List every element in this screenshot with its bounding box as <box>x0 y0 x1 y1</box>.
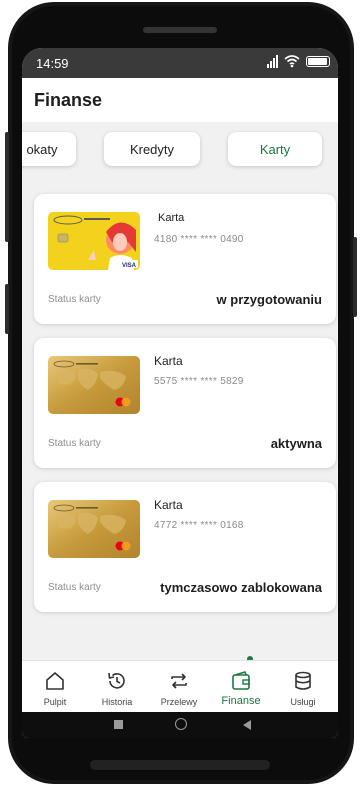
card-status: w przygotowaniu <box>216 292 322 307</box>
status-label: Status karty <box>48 582 101 593</box>
tab-label: okaty <box>26 141 58 157</box>
phone-screen: 14:59 Finanse okaty Kredyty Karty VISA K… <box>22 48 338 738</box>
tab-label: Kredyty <box>129 141 175 157</box>
card-type: Karta <box>154 354 183 368</box>
home-icon <box>46 672 64 690</box>
status-bar: 14:59 <box>22 48 338 78</box>
page-title: Finanse <box>34 90 103 110</box>
nav-item-historia[interactable]: Historia <box>86 661 148 713</box>
card-image <box>48 356 140 414</box>
card-type: Karta <box>158 212 185 224</box>
side-button <box>5 284 9 334</box>
bottom-nav: Pulpit Historia Przelewy Finanse Usługi <box>22 660 338 713</box>
wallet-icon <box>232 671 250 690</box>
speaker-grille <box>143 27 217 33</box>
history-icon <box>108 672 125 689</box>
card-number: 4180 **** **** 0490 <box>154 234 244 245</box>
app-header: Finanse <box>22 78 338 122</box>
svg-text:VISA: VISA <box>122 263 137 269</box>
status-label: Status karty <box>48 438 101 449</box>
tab-kredyty[interactable]: Kredyty <box>104 132 200 166</box>
tab-lokaty[interactable]: okaty <box>22 132 76 166</box>
card-number: 4772 **** **** 0168 <box>154 520 244 531</box>
status-icons <box>267 54 330 68</box>
card-image <box>48 500 140 558</box>
tab-label: Karty <box>259 141 291 157</box>
battery-icon <box>306 55 330 67</box>
category-tabs: okaty Kredyty Karty <box>22 132 338 172</box>
wifi-icon <box>284 55 300 68</box>
nav-label: Usługi <box>290 697 316 707</box>
side-button <box>5 132 9 242</box>
nav-item-finanse[interactable]: Finanse <box>210 661 272 713</box>
phone-chin <box>90 760 270 770</box>
status-label: Status karty <box>48 294 101 305</box>
system-nav-bar <box>22 712 338 738</box>
card-list-item[interactable]: VISA Karta 4180 **** **** 0490 Status ka… <box>34 194 336 324</box>
status-time: 14:59 <box>36 56 69 71</box>
card-status: tymczasowo zablokowana <box>160 580 322 595</box>
card-type: Karta <box>154 498 183 512</box>
recents-icon[interactable] <box>114 720 123 729</box>
back-icon[interactable] <box>242 719 252 731</box>
power-button <box>353 237 357 317</box>
signal-icon <box>267 54 278 68</box>
card-list-item[interactable]: Karta 4772 **** **** 0168 Status karty t… <box>34 482 336 612</box>
nav-label: Historia <box>101 697 133 707</box>
card-image: VISA <box>48 212 140 270</box>
nav-label: Przelewy <box>160 697 198 707</box>
card-list-item[interactable]: Karta 5575 **** **** 5829 Status karty a… <box>34 338 336 468</box>
card-status: aktywna <box>270 436 322 451</box>
services-icon <box>295 671 311 690</box>
nav-item-pulpit[interactable]: Pulpit <box>24 661 86 713</box>
nav-label: Pulpit <box>43 697 67 707</box>
tab-karty[interactable]: Karty <box>228 132 322 166</box>
transfer-icon <box>171 673 187 689</box>
home-button-icon[interactable] <box>175 718 187 730</box>
nav-label: Finanse <box>221 695 261 707</box>
nav-item-przelewy[interactable]: Przelewy <box>148 661 210 713</box>
card-number: 5575 **** **** 5829 <box>154 376 244 387</box>
nav-item-uslugi[interactable]: Usługi <box>272 661 334 713</box>
